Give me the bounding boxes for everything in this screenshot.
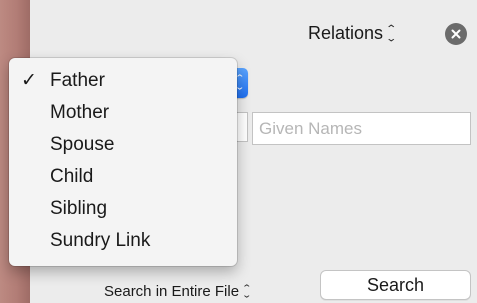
menu-item-label: Sundry Link — [50, 230, 151, 251]
menu-item-child[interactable]: Child — [9, 161, 237, 193]
menu-item-mother[interactable]: Mother — [9, 97, 237, 129]
given-names-field[interactable] — [252, 112, 471, 145]
relation-search-window: Relations ⌃⌃ ⌃⌃ Search in Entire File ⌃⌃… — [0, 0, 477, 303]
relations-popup-button[interactable]: Relations ⌃ ⌃ — [308, 20, 398, 46]
updown-chevron-icon: ⌃ ⌃ — [234, 73, 246, 92]
menu-item-father[interactable]: ✓ Father — [9, 65, 237, 97]
close-button[interactable] — [445, 23, 467, 45]
menu-item-label: Mother — [50, 102, 110, 123]
search-button[interactable]: Search — [320, 270, 471, 300]
menu-item-label: Father — [50, 70, 105, 91]
relations-label: Relations — [308, 22, 384, 43]
checkmark-icon: ✓ — [21, 70, 37, 91]
updown-chevron-icon: ⌃ ⌃ — [241, 283, 253, 300]
menu-item-spouse[interactable]: Spouse — [9, 129, 237, 161]
menu-item-label: Child — [50, 166, 94, 187]
menu-item-sundry-link[interactable]: Sundry Link — [9, 225, 237, 257]
close-icon — [451, 29, 461, 39]
search-scope-label: Search in Entire File — [104, 282, 240, 300]
menu-item-label: Spouse — [50, 134, 115, 155]
relation-type-menu: ✓ Father Mother Spouse Child Sibling Sun… — [9, 58, 237, 266]
search-scope-popup[interactable]: Search in Entire File ⌃ ⌃ — [104, 281, 253, 301]
menu-item-label: Sibling — [50, 198, 108, 219]
updown-chevron-icon: ⌃ ⌃ — [385, 24, 398, 43]
menu-item-sibling[interactable]: Sibling — [9, 193, 237, 225]
